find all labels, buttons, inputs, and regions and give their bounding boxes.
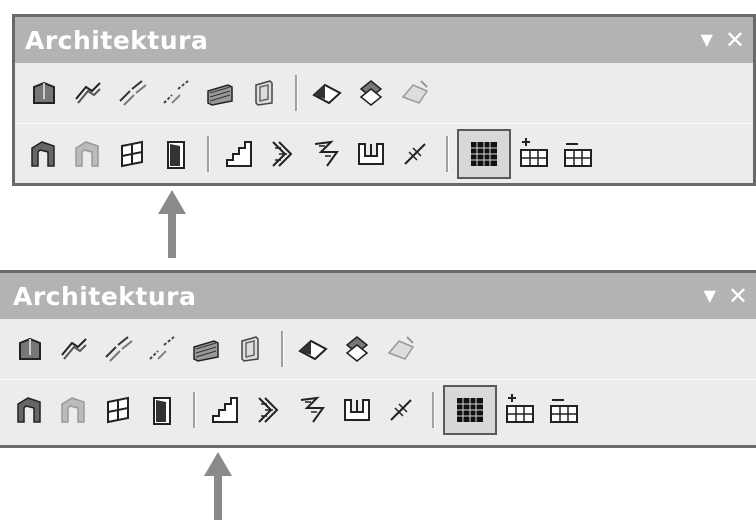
wall-edit-icon[interactable] [243, 72, 285, 114]
dropdown-arrow-icon[interactable]: ▼ [701, 32, 713, 48]
architektura-toolbar-bottom: Architektura ▼ ✕ [0, 270, 756, 448]
toolbar-separator [432, 391, 435, 428]
toolbar-titlebar[interactable]: Architektura ▼ ✕ [0, 273, 756, 319]
stairs-straight-icon[interactable] [262, 133, 304, 175]
wall-cut-icon[interactable] [380, 389, 422, 431]
wall-profile-icon[interactable] [185, 328, 227, 370]
column-disabled-icon[interactable] [67, 133, 109, 175]
wall-profile-icon[interactable] [199, 72, 241, 114]
door-icon[interactable] [155, 133, 197, 175]
wall-icon[interactable] [23, 72, 65, 114]
close-icon[interactable]: ✕ [728, 284, 748, 308]
wall-join-icon[interactable] [53, 328, 95, 370]
toolbar-titlebar[interactable]: Architektura ▼ ✕ [15, 17, 753, 63]
wall-icon[interactable] [9, 328, 51, 370]
grid-icon[interactable] [443, 384, 497, 435]
pointer-arrow-2 [204, 452, 232, 520]
window-icon[interactable] [97, 389, 139, 431]
wall-cut-icon[interactable] [394, 133, 436, 175]
add-row-icon[interactable] [513, 133, 555, 175]
toolbar-row-2 [0, 379, 756, 439]
wall-split-icon[interactable] [111, 72, 153, 114]
wall-edit-icon[interactable] [229, 328, 271, 370]
stairs-spiral-icon[interactable] [306, 133, 348, 175]
wall-break-icon[interactable] [155, 72, 197, 114]
stairs-icon[interactable] [218, 133, 260, 175]
column-icon[interactable] [23, 133, 65, 175]
grid-icon[interactable] [457, 128, 511, 179]
column-disabled-icon[interactable] [53, 389, 95, 431]
stairs-icon[interactable] [204, 389, 246, 431]
railing-icon[interactable] [350, 133, 392, 175]
toolbar-separator [193, 391, 196, 428]
wall-break-icon[interactable] [141, 328, 183, 370]
dropdown-arrow-icon[interactable]: ▼ [704, 288, 716, 304]
door-icon[interactable] [141, 389, 183, 431]
roof-edit-icon[interactable] [336, 328, 378, 370]
add-row-icon[interactable] [499, 389, 541, 431]
roof-disabled-icon[interactable] [380, 328, 422, 370]
close-icon[interactable]: ✕ [725, 28, 745, 52]
architektura-toolbar-top: Architektura ▼ ✕ [12, 14, 756, 186]
roof-edit-icon[interactable] [350, 72, 392, 114]
pointer-arrow-1 [158, 190, 186, 258]
toolbar-title: Architektura [25, 25, 209, 55]
toolbar-row-1 [15, 63, 753, 123]
window-icon[interactable] [111, 133, 153, 175]
column-icon[interactable] [9, 389, 51, 431]
wall-split-icon[interactable] [97, 328, 139, 370]
railing-icon[interactable] [336, 389, 378, 431]
toolbar-separator [446, 135, 449, 172]
window-controls: ▼ ✕ [701, 28, 745, 52]
toolbar-row-1 [0, 319, 756, 379]
toolbar-row-2 [15, 123, 753, 183]
roof-disabled-icon[interactable] [394, 72, 436, 114]
wall-join-icon[interactable] [67, 72, 109, 114]
stairs-spiral-icon[interactable] [292, 389, 334, 431]
toolbar-title: Architektura [13, 281, 197, 311]
roof-icon[interactable] [292, 328, 334, 370]
roof-icon[interactable] [306, 72, 348, 114]
toolbar-separator [207, 135, 210, 172]
remove-row-icon[interactable] [557, 133, 599, 175]
window-controls: ▼ ✕ [704, 284, 748, 308]
remove-row-icon[interactable] [543, 389, 585, 431]
toolbar-separator [295, 75, 298, 111]
toolbar-separator [281, 331, 284, 367]
stairs-straight-icon[interactable] [248, 389, 290, 431]
